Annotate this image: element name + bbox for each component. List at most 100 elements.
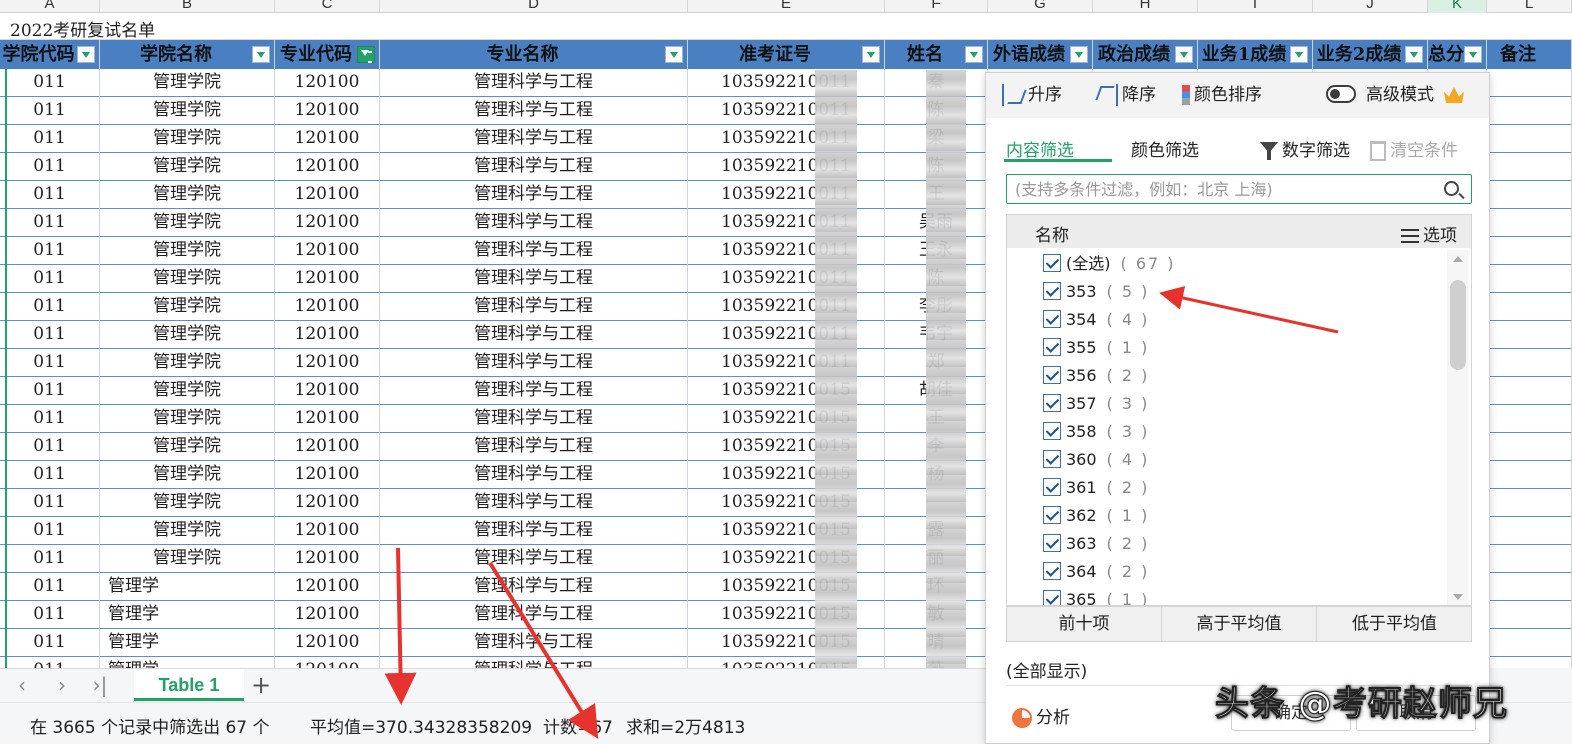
filter-item[interactable]: 353 ( 5 ) xyxy=(1043,278,1423,306)
table-cell[interactable]: 管理科学与工程 xyxy=(380,97,688,125)
table-cell[interactable]: 011 xyxy=(0,209,100,237)
filter-dropdown-icon[interactable] xyxy=(1175,46,1193,63)
column-letter[interactable]: E xyxy=(688,0,885,13)
filter-item[interactable]: 361 ( 2 ) xyxy=(1043,474,1423,502)
table-cell[interactable]: 管理学院 xyxy=(100,153,275,181)
status-count[interactable]: 计数=67 xyxy=(543,713,613,738)
analysis-button[interactable]: 分析 xyxy=(1012,703,1070,728)
table-cell[interactable]: 120100 xyxy=(275,433,380,461)
table-cell[interactable]: 120100 xyxy=(275,125,380,153)
filter-dropdown-icon[interactable] xyxy=(1070,46,1088,63)
table-cell[interactable]: 管理科学与工程 xyxy=(380,293,688,321)
table-cell[interactable]: 管理学院 xyxy=(100,209,275,237)
table-cell[interactable]: 管理学院 xyxy=(100,69,275,97)
table-cell[interactable]: 管理学院 xyxy=(100,265,275,293)
checkbox-checked-icon[interactable] xyxy=(1043,421,1061,440)
table-cell[interactable]: 管理科学与工程 xyxy=(380,265,688,293)
table-cell[interactable]: 011 xyxy=(0,321,100,349)
checkbox-checked-icon[interactable] xyxy=(1043,477,1061,496)
checkbox-checked-icon[interactable] xyxy=(1043,561,1061,580)
table-cell[interactable]: 管理学院 xyxy=(100,181,275,209)
filter-dropdown-icon[interactable] xyxy=(1290,46,1308,63)
table-cell[interactable]: 管理学院 xyxy=(100,545,275,573)
table-cell[interactable]: 120100 xyxy=(275,601,380,629)
sheet-title-cell[interactable]: 2022考研复试名单 xyxy=(10,16,155,41)
table-cell[interactable]: 120100 xyxy=(275,349,380,377)
table-cell[interactable]: 管理科学与工程 xyxy=(380,489,688,517)
scroll-down-icon[interactable] xyxy=(1453,594,1463,600)
table-cell[interactable]: 管理学院 xyxy=(100,237,275,265)
column-header[interactable]: 总分 xyxy=(1428,40,1487,69)
column-letter[interactable]: L xyxy=(1487,0,1572,13)
search-icon[interactable] xyxy=(1444,181,1459,196)
table-cell[interactable]: 011 xyxy=(0,265,100,293)
table-cell[interactable]: 管理学院 xyxy=(100,489,275,517)
table-cell[interactable]: 管理科学与工程 xyxy=(380,573,688,601)
table-cell[interactable]: 120100 xyxy=(275,489,380,517)
table-cell[interactable]: 011 xyxy=(0,517,100,545)
table-cell[interactable] xyxy=(1487,321,1572,349)
filter-item[interactable]: (全选) ( 67 ) xyxy=(1043,250,1423,278)
table-cell[interactable]: 011 xyxy=(0,461,100,489)
filter-item[interactable]: 358 ( 3 ) xyxy=(1043,418,1423,446)
table-cell[interactable]: 管理学院 xyxy=(100,377,275,405)
filter-item[interactable]: 356 ( 2 ) xyxy=(1043,362,1423,390)
table-cell[interactable]: 管理科学与工程 xyxy=(380,349,688,377)
table-cell[interactable]: 管理学院 xyxy=(100,97,275,125)
table-cell[interactable] xyxy=(1487,125,1572,153)
table-cell[interactable]: 011 xyxy=(0,573,100,601)
filter-dropdown-icon[interactable] xyxy=(965,46,983,63)
table-cell[interactable]: 管理科学与工程 xyxy=(380,237,688,265)
sheet-tab[interactable]: Table 1 xyxy=(134,669,244,701)
table-cell[interactable]: 管理学院 xyxy=(100,125,275,153)
table-cell[interactable] xyxy=(1487,377,1572,405)
table-cell[interactable]: 120100 xyxy=(275,181,380,209)
table-cell[interactable]: 管理学 xyxy=(100,629,275,657)
top-ten-button[interactable]: 前十项 xyxy=(1007,607,1162,641)
advanced-mode-toggle[interactable] xyxy=(1326,85,1356,103)
above-average-button[interactable]: 高于平均值 xyxy=(1162,607,1317,641)
filter-item[interactable]: 357 ( 3 ) xyxy=(1043,390,1423,418)
column-header[interactable]: 外语成绩 xyxy=(988,40,1093,69)
clear-conditions-button[interactable]: 清空条件 xyxy=(1370,136,1458,161)
table-cell[interactable] xyxy=(1487,293,1572,321)
column-header[interactable]: 准考证号 xyxy=(688,40,885,69)
sort-desc-button[interactable]: 降序 xyxy=(1096,83,1156,107)
table-cell[interactable]: 120100 xyxy=(275,153,380,181)
status-average[interactable]: 平均值=370.34328358209 xyxy=(310,713,532,738)
table-cell[interactable]: 管理科学与工程 xyxy=(380,545,688,573)
column-letter[interactable]: A xyxy=(0,0,100,13)
checkbox-checked-icon[interactable] xyxy=(1043,281,1061,300)
table-cell[interactable] xyxy=(1487,601,1572,629)
filter-item[interactable]: 354 ( 4 ) xyxy=(1043,306,1423,334)
column-letter[interactable]: I xyxy=(1198,0,1313,13)
table-cell[interactable]: 011 xyxy=(0,629,100,657)
table-cell[interactable]: 120100 xyxy=(275,461,380,489)
table-cell[interactable]: 011 xyxy=(0,125,100,153)
table-cell[interactable]: 管理学院 xyxy=(100,321,275,349)
column-header[interactable]: 专业名称 xyxy=(380,40,688,69)
checkbox-checked-icon[interactable] xyxy=(1043,253,1061,272)
table-cell[interactable] xyxy=(1487,629,1572,657)
table-cell[interactable]: 011 xyxy=(0,349,100,377)
table-cell[interactable] xyxy=(1487,153,1572,181)
column-header[interactable]: 专业代码 xyxy=(275,40,380,69)
filter-dropdown-icon[interactable] xyxy=(862,46,880,63)
column-letter[interactable]: B xyxy=(100,0,275,13)
header-row[interactable]: 学院代码 学院名称 专业代码 专业名称 准考证号 姓名 外语成绩 政治成绩 业务1成绩 业务2成绩… xyxy=(0,40,1572,69)
table-cell[interactable]: 120100 xyxy=(275,237,380,265)
column-header[interactable]: 业务1成绩 xyxy=(1198,40,1313,69)
tab-color-filter[interactable]: 颜色筛选 xyxy=(1131,136,1199,161)
table-cell[interactable]: 011 xyxy=(0,97,100,125)
table-cell[interactable]: 管理科学与工程 xyxy=(380,657,688,668)
list-scrollbar[interactable] xyxy=(1447,250,1469,605)
table-cell[interactable] xyxy=(1487,573,1572,601)
table-cell[interactable] xyxy=(1487,433,1572,461)
column-letter[interactable]: H xyxy=(1093,0,1198,13)
table-cell[interactable]: 管理科学与工程 xyxy=(380,517,688,545)
table-cell[interactable]: 管理学 xyxy=(100,657,275,668)
column-letter[interactable]: J xyxy=(1313,0,1428,13)
table-cell[interactable]: 管理科学与工程 xyxy=(380,377,688,405)
table-cell[interactable] xyxy=(1487,545,1572,573)
last-sheet-icon[interactable]: ›| xyxy=(88,674,112,696)
